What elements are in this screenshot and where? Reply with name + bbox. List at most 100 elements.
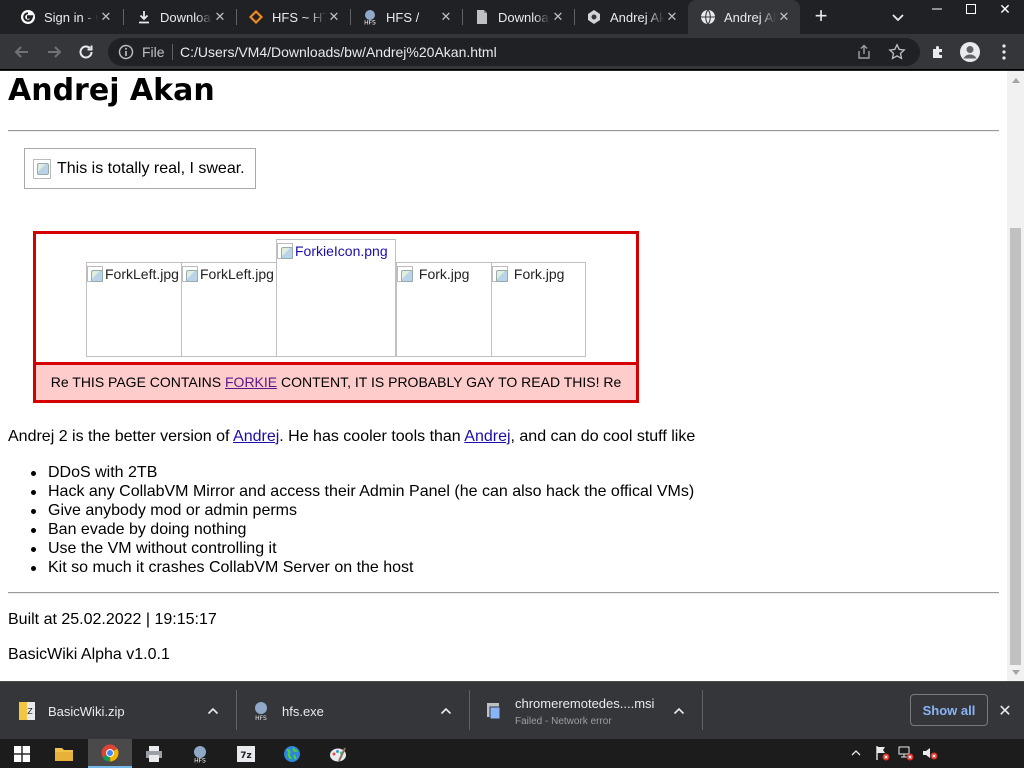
7zip-icon[interactable]: 7z	[224, 739, 268, 768]
download-item-chromeremotedesktop[interactable]: chromeremotedes....msi Failed - Network …	[485, 682, 695, 740]
list-item: Give anybody mod or admin perms	[30, 501, 694, 520]
volume-muted-icon[interactable]	[922, 745, 938, 761]
note-text: This is totally real, I swear.	[57, 159, 245, 177]
tab-andrej-akan-active[interactable]: Andrej Akan ✕	[688, 0, 800, 34]
vertical-scrollbar[interactable]	[1007, 71, 1024, 681]
globe-app-icon[interactable]	[270, 739, 314, 768]
minimize-button[interactable]	[920, 0, 954, 18]
list-item: Hack any CollabVM Mirror and access thei…	[30, 483, 695, 500]
close-download-bar-icon[interactable]: ✕	[996, 702, 1014, 720]
note-box: This is totally real, I swear.	[24, 148, 256, 189]
broken-image-icon	[397, 266, 413, 282]
bookmark-star-icon[interactable]	[888, 43, 906, 61]
divider	[8, 592, 999, 594]
close-icon[interactable]: ✕	[98, 9, 114, 25]
fork-image: Fork.jpg	[396, 262, 492, 357]
download-filename: chromeremotedes....msi	[515, 695, 655, 711]
forkie-link[interactable]: FORKIE	[225, 374, 277, 390]
paint-icon[interactable]	[316, 739, 360, 768]
warning-prefix: Re THIS PAGE CONTAINS	[50, 374, 225, 390]
action-center-flag-icon[interactable]	[874, 745, 890, 761]
broken-image-icon	[87, 266, 103, 282]
close-icon[interactable]: ✕	[776, 9, 792, 25]
chevron-up-icon[interactable]	[439, 704, 453, 718]
window-close-button[interactable]: ✕	[988, 0, 1022, 18]
broken-image-icon	[182, 266, 198, 282]
page-viewport: Andrej Akan This is totally real, I swea…	[0, 71, 1024, 681]
tab-downloads[interactable]: Downloads ✕	[124, 0, 236, 34]
hfs-exe-icon: HFS	[252, 701, 270, 722]
close-icon[interactable]: ✕	[438, 9, 454, 25]
restore-button[interactable]	[954, 0, 988, 18]
scrollbar-thumb[interactable]	[1010, 228, 1021, 665]
reload-icon[interactable]	[74, 40, 98, 64]
intro-text: , and can do cool stuff like	[510, 428, 696, 445]
show-hidden-icons-chevron-up-icon[interactable]	[848, 745, 864, 761]
tab-downloads-2[interactable]: Downloads ✕	[462, 0, 574, 34]
profile-avatar-icon[interactable]	[958, 40, 982, 64]
build-timestamp: Built at 25.02.2022 | 19:15:17	[8, 611, 217, 628]
page-title: Andrej Akan	[8, 73, 215, 108]
download-item-basicwiki[interactable]: Z BasicWiki.zip	[18, 682, 228, 740]
close-icon[interactable]: ✕	[550, 9, 566, 25]
andrej-link[interactable]: Andrej	[233, 428, 279, 445]
back-icon[interactable]	[10, 40, 34, 64]
tab-title: Sign in - Google Accounts	[44, 9, 98, 25]
tab-sign-in[interactable]: Sign in - Google Accounts ✕	[8, 0, 122, 34]
image-alt-text: ForkLeft.jpg	[105, 266, 179, 282]
abilities-list: DDoS with 2TB Hack any CollabVM Mirror a…	[30, 463, 695, 577]
tab-hfs-http-file-server[interactable]: HFS ~ HTTP File Server ✕	[236, 0, 350, 34]
scroll-up-icon[interactable]	[1007, 71, 1024, 88]
menu-kebab-icon[interactable]	[992, 40, 1016, 64]
page-content: Andrej Akan This is totally real, I swea…	[0, 71, 1007, 681]
file-explorer-icon[interactable]	[42, 739, 86, 768]
show-all-button[interactable]: Show all	[910, 694, 988, 726]
svg-text:HFS: HFS	[364, 20, 376, 26]
forkie-icon-image[interactable]: ForkieIcon.png	[276, 239, 396, 357]
close-icon[interactable]: ✕	[664, 9, 680, 25]
network-icon[interactable]	[898, 745, 914, 761]
zip-file-icon: Z	[18, 701, 36, 721]
start-windows-icon[interactable]	[0, 739, 44, 768]
info-icon[interactable]	[118, 44, 134, 60]
address-bar[interactable]: File C:/Users/VM4/Downloads/bw/Andrej%20…	[108, 38, 920, 66]
tab-andrej-akan[interactable]: Andrej Akan ✕	[574, 0, 688, 34]
download-bar: Z BasicWiki.zip HFS hfs.exe chromeremote…	[0, 681, 1024, 739]
chevron-up-icon[interactable]	[206, 704, 220, 718]
tab-search-icon[interactable]	[890, 9, 906, 25]
intro-text: . He has cooler tools than	[279, 428, 465, 445]
image-alt-text: Fork.jpg	[418, 266, 470, 282]
hfs-logo-icon: HFS	[362, 9, 378, 25]
msi-file-icon	[485, 701, 503, 721]
download-status: Failed - Network error	[515, 715, 612, 727]
svg-text:HFS: HFS	[255, 715, 267, 721]
tab-title: Andrej Akan	[610, 9, 664, 25]
tab-strip: Sign in - Google Accounts ✕ Downloads ✕ …	[0, 0, 1024, 34]
share-icon[interactable]	[856, 44, 872, 60]
tab-title: HFS /	[386, 9, 420, 25]
tab-title: Downloads	[498, 9, 550, 25]
hfs-taskbar-icon[interactable]: HFS	[178, 739, 222, 768]
tab-title: Downloads	[160, 9, 212, 25]
warning-suffix: CONTENT, IT IS PROBABLY GAY TO READ THIS…	[277, 374, 622, 390]
url-text[interactable]: C:/Users/VM4/Downloads/bw/Andrej%20Akan.…	[180, 44, 497, 60]
printer-icon[interactable]	[132, 739, 176, 768]
download-item-hfs[interactable]: HFS hfs.exe	[252, 682, 462, 740]
broken-image-icon	[492, 266, 508, 282]
broken-image-icon	[33, 158, 51, 179]
close-icon[interactable]: ✕	[326, 9, 342, 25]
globe-icon	[700, 9, 716, 25]
forward-icon[interactable]	[42, 40, 66, 64]
image-alt-text: ForkLeft.jpg	[200, 266, 274, 282]
extensions-icon[interactable]	[926, 40, 950, 64]
google-icon	[20, 9, 36, 25]
scroll-down-icon[interactable]	[1007, 664, 1024, 681]
andrej-link-2[interactable]: Andrej	[464, 428, 510, 445]
tab-hfs-root[interactable]: HFS HFS / ✕	[350, 0, 462, 34]
new-tab-button[interactable]: +	[809, 5, 833, 29]
browser-toolbar: File C:/Users/VM4/Downloads/bw/Andrej%20…	[0, 34, 1024, 70]
close-icon[interactable]: ✕	[212, 9, 228, 25]
chrome-taskbar-icon[interactable]	[88, 739, 132, 768]
andrej-icon	[586, 9, 602, 25]
chevron-up-icon[interactable]	[672, 704, 686, 718]
